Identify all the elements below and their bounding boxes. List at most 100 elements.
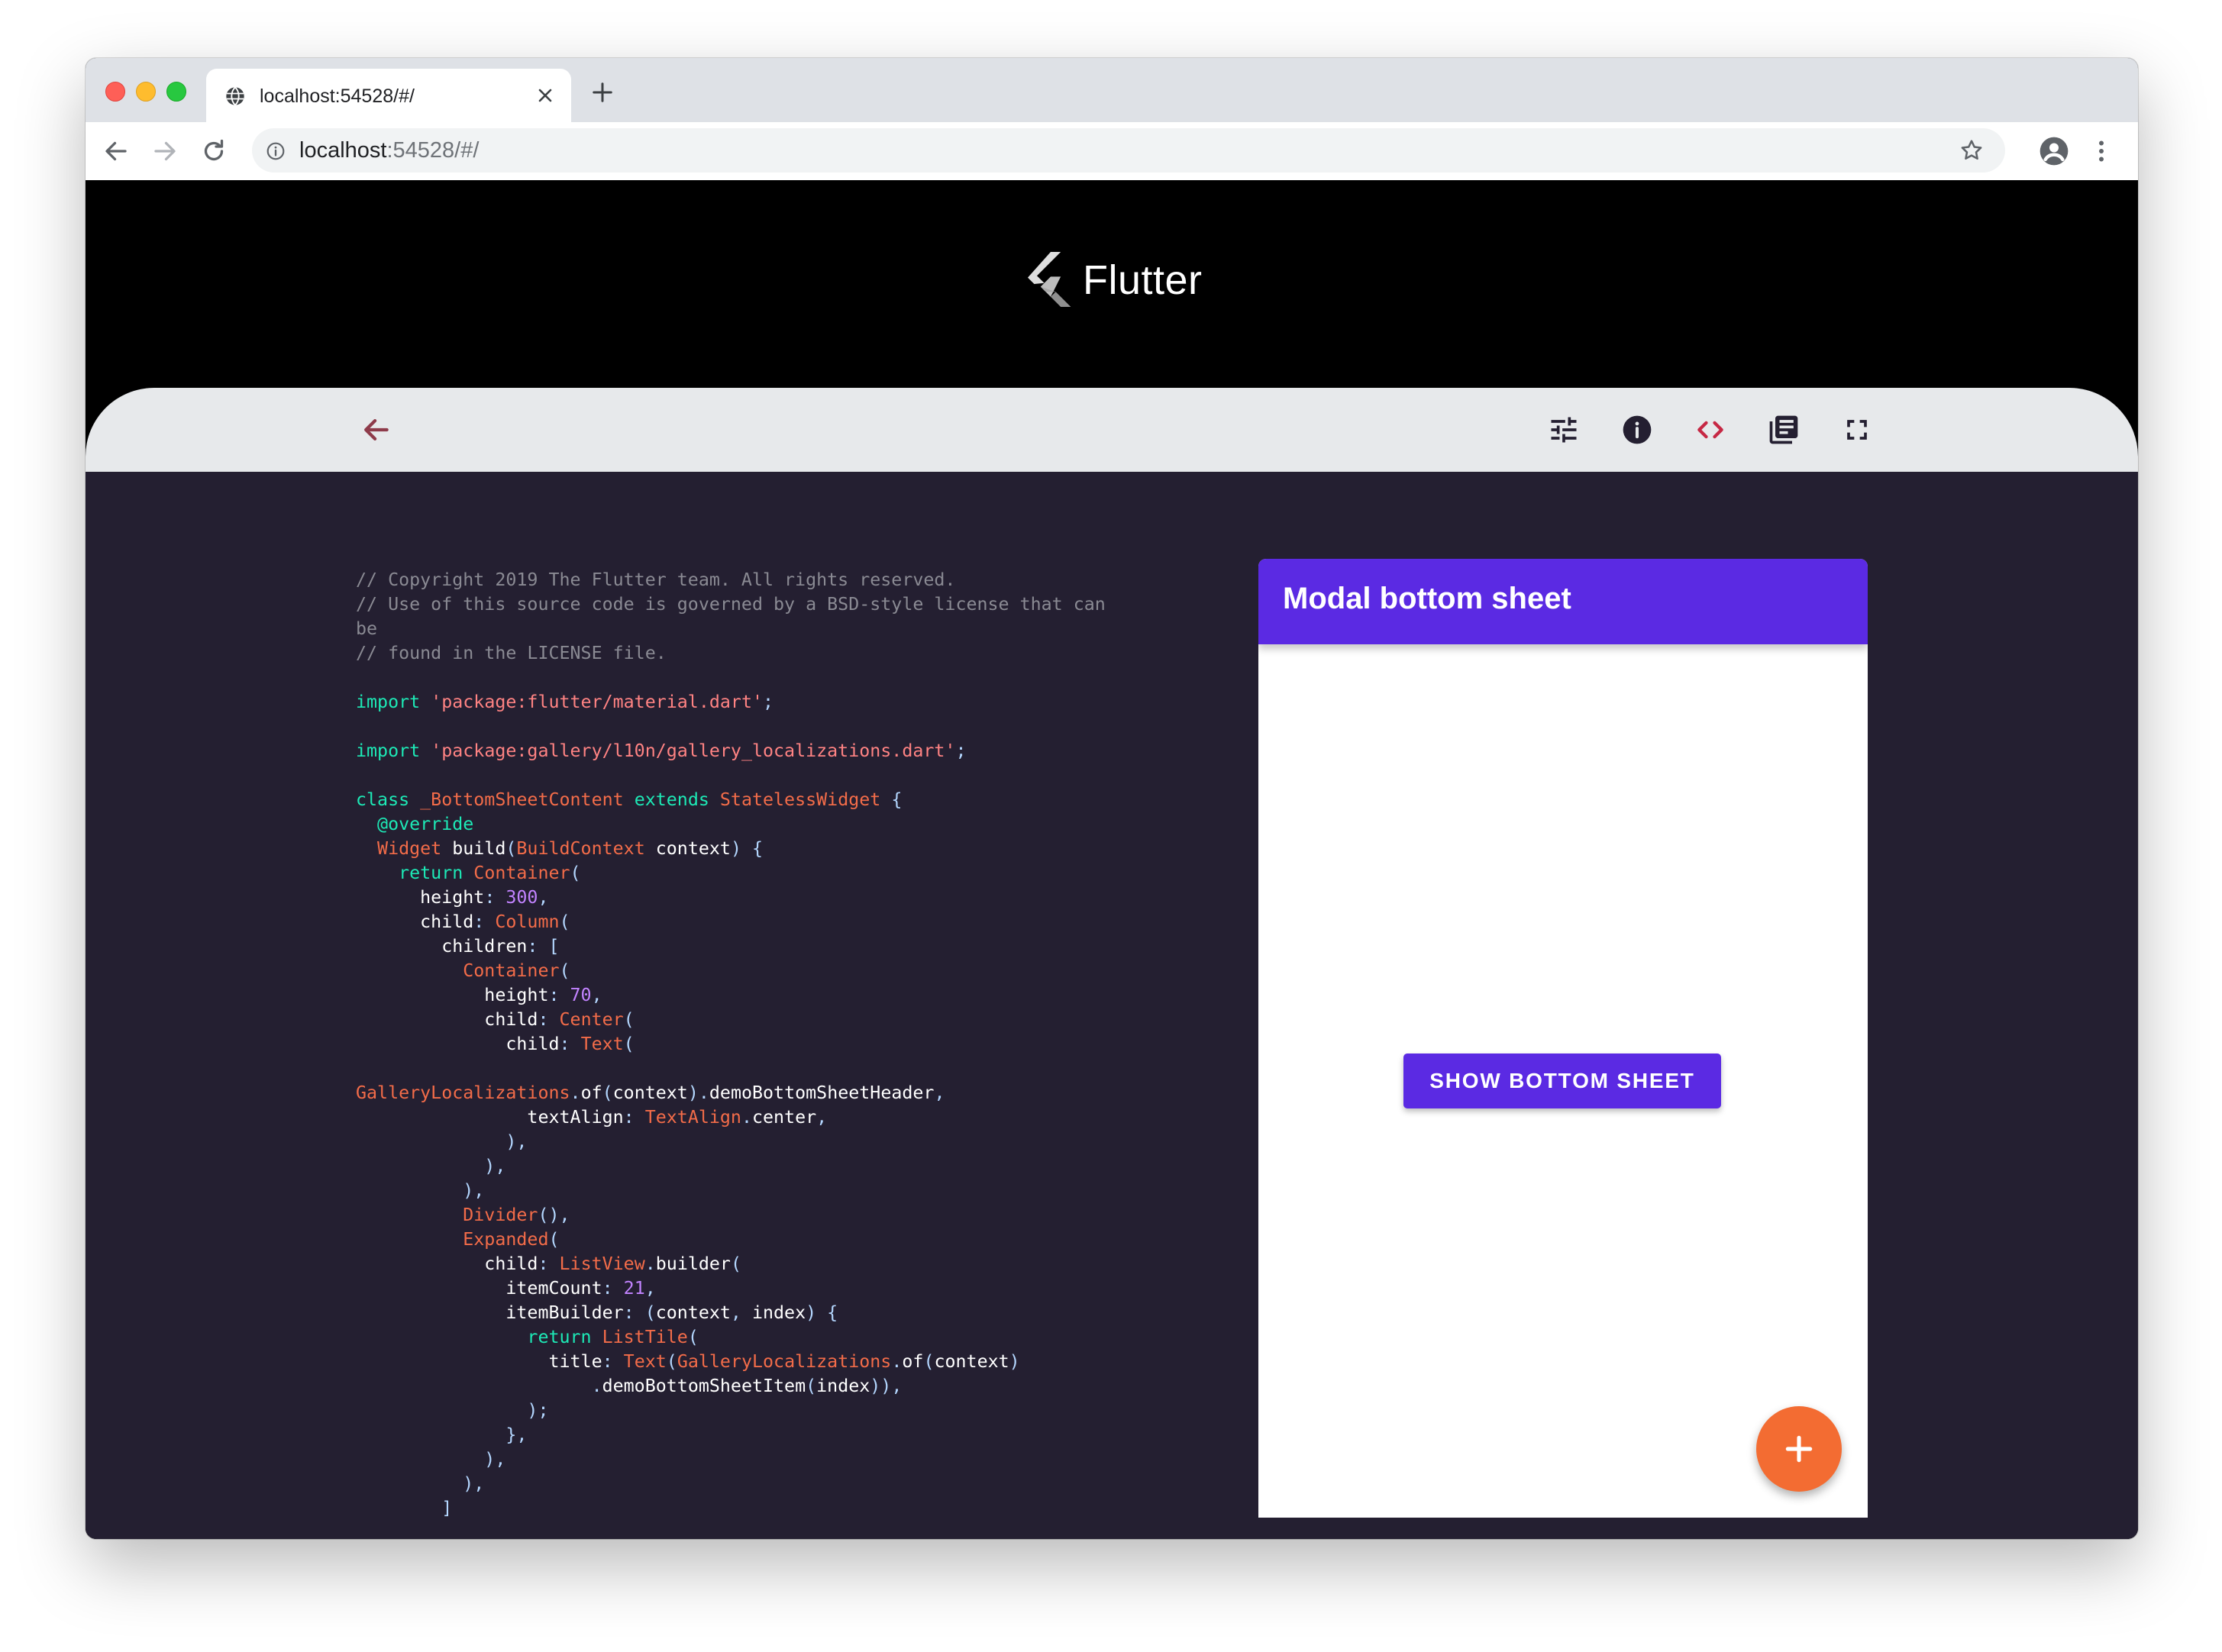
code-token: TextAlign <box>644 1107 741 1128</box>
code-token: GalleryLocalizations <box>356 1083 570 1103</box>
code-token: context <box>934 1351 1009 1372</box>
code-token: . <box>570 1083 581 1103</box>
back-nav-icon[interactable] <box>102 137 130 165</box>
code-token: ( <box>806 1376 817 1396</box>
code-line: ), <box>356 1472 1155 1496</box>
demo-app-title: Modal bottom sheet <box>1283 582 1571 615</box>
code-token: itemCount <box>356 1278 602 1299</box>
code-token: : <box>484 887 506 908</box>
demo-device-preview: Modal bottom sheet SHOW BOTTOM SHEET <box>1258 559 1868 1518</box>
profile-avatar-icon[interactable] <box>2039 136 2069 166</box>
browser-toolbar: localhost:54528/#/ <box>86 122 2138 181</box>
code-line: import 'package:gallery/l10n/gallery_loc… <box>356 739 1155 763</box>
more-vert-icon[interactable] <box>2088 137 2115 165</box>
add-fab-button[interactable] <box>1756 1406 1842 1492</box>
forward-nav-icon[interactable] <box>151 137 179 165</box>
code-token: textAlign <box>356 1107 624 1128</box>
code-line: child: Center( <box>356 1008 1155 1032</box>
code-line: child: Text( <box>356 1032 1155 1057</box>
code-token: child <box>356 1254 538 1274</box>
code-token: ( <box>559 960 570 981</box>
code-token: title <box>356 1351 602 1372</box>
gallery-app-bar <box>86 388 2138 472</box>
url-host: localhost <box>299 138 387 163</box>
code-token: _BottomSheetContent <box>420 789 635 810</box>
close-window-button[interactable] <box>105 82 125 102</box>
code-line: ), <box>356 1179 1155 1203</box>
reload-icon[interactable] <box>200 137 228 165</box>
code-token: ListTile <box>602 1327 688 1347</box>
arrow-back-icon[interactable] <box>359 413 392 447</box>
minimize-window-button[interactable] <box>136 82 156 102</box>
code-line: ); <box>356 1399 1155 1423</box>
code-token: Expanded <box>356 1229 549 1250</box>
new-tab-icon[interactable] <box>591 81 614 104</box>
add-icon <box>1785 1435 1813 1463</box>
tab-title: localhost:54528/#/ <box>260 86 415 107</box>
code-token: ) { <box>730 838 764 859</box>
code-token: Column <box>495 912 560 932</box>
code-line: Widget build(BuildContext context) { <box>356 837 1155 861</box>
code-line: ), <box>356 1447 1155 1472</box>
code-token: , <box>934 1083 945 1103</box>
code-token: ; <box>763 692 774 712</box>
code-token: demoBottomSheetHeader <box>709 1083 935 1103</box>
code-line: // Use of this source code is governed b… <box>356 592 1155 617</box>
code-token: ListView <box>559 1254 645 1274</box>
code-token: of <box>902 1351 924 1372</box>
code-token: children <box>356 936 528 957</box>
fullscreen-icon[interactable] <box>1840 413 1874 447</box>
code-line: // Copyright 2019 The Flutter team. All … <box>356 568 1155 592</box>
code-line: child: ListView.builder( <box>356 1252 1155 1276</box>
close-tab-icon[interactable] <box>536 86 554 105</box>
code-token: ( <box>570 863 581 883</box>
code-line: Container( <box>356 959 1155 983</box>
code-token: StatelessWidget <box>719 789 892 810</box>
bookmark-star-icon[interactable] <box>1959 138 1984 163</box>
demo-app-bar: Modal bottom sheet <box>1258 559 1868 644</box>
code-line: .demoBottomSheetItem(index)), <box>356 1374 1155 1399</box>
code-token: demoBottomSheetItem <box>602 1376 806 1396</box>
code-token: of <box>580 1083 602 1103</box>
code-line: child: Column( <box>356 910 1155 934</box>
url-path: :54528/#/ <box>386 138 480 163</box>
source-code-viewer: // Copyright 2019 The Flutter team. All … <box>356 568 1155 1521</box>
code-token: , <box>730 1302 752 1323</box>
code-token: extends <box>634 789 720 810</box>
code-line: textAlign: TextAlign.center, <box>356 1105 1155 1130</box>
code-token: , <box>644 1278 656 1299</box>
code-token: BuildContext <box>516 838 656 859</box>
code-token: ( <box>559 912 570 932</box>
code-line: ), <box>356 1154 1155 1179</box>
info-icon[interactable] <box>1620 413 1654 447</box>
code-token: . <box>891 1351 903 1372</box>
browser-tab[interactable]: localhost:54528/#/ <box>206 69 571 122</box>
code-token: ) { <box>806 1302 838 1323</box>
code-token: child <box>356 912 474 932</box>
library-books-icon[interactable] <box>1767 413 1801 447</box>
flutter-wordmark: Flutter <box>1083 257 1203 303</box>
code-token: ; <box>955 740 967 761</box>
site-info-icon[interactable] <box>266 141 286 161</box>
code-token: 21 <box>623 1278 645 1299</box>
demo-content-area: // Copyright 2019 The Flutter team. All … <box>86 472 2138 1539</box>
code-line: itemCount: 21, <box>356 1276 1155 1301</box>
code-token: context <box>612 1083 688 1103</box>
show-bottom-sheet-button[interactable]: SHOW BOTTOM SHEET <box>1403 1053 1721 1108</box>
code-token: : <box>602 1278 624 1299</box>
code-token: ); <box>356 1400 549 1421</box>
code-icon[interactable] <box>1694 413 1727 447</box>
code-token: ), <box>356 1156 506 1176</box>
code-token: Container <box>473 863 570 883</box>
code-token: class <box>356 789 421 810</box>
code-token: return <box>356 1327 602 1347</box>
tune-icon[interactable] <box>1547 413 1581 447</box>
zoom-window-button[interactable] <box>166 82 186 102</box>
code-token: , <box>816 1107 828 1128</box>
address-bar[interactable]: localhost:54528/#/ <box>252 128 2005 173</box>
url-text[interactable]: localhost:54528/#/ <box>299 138 479 163</box>
code-token: builder <box>655 1254 731 1274</box>
